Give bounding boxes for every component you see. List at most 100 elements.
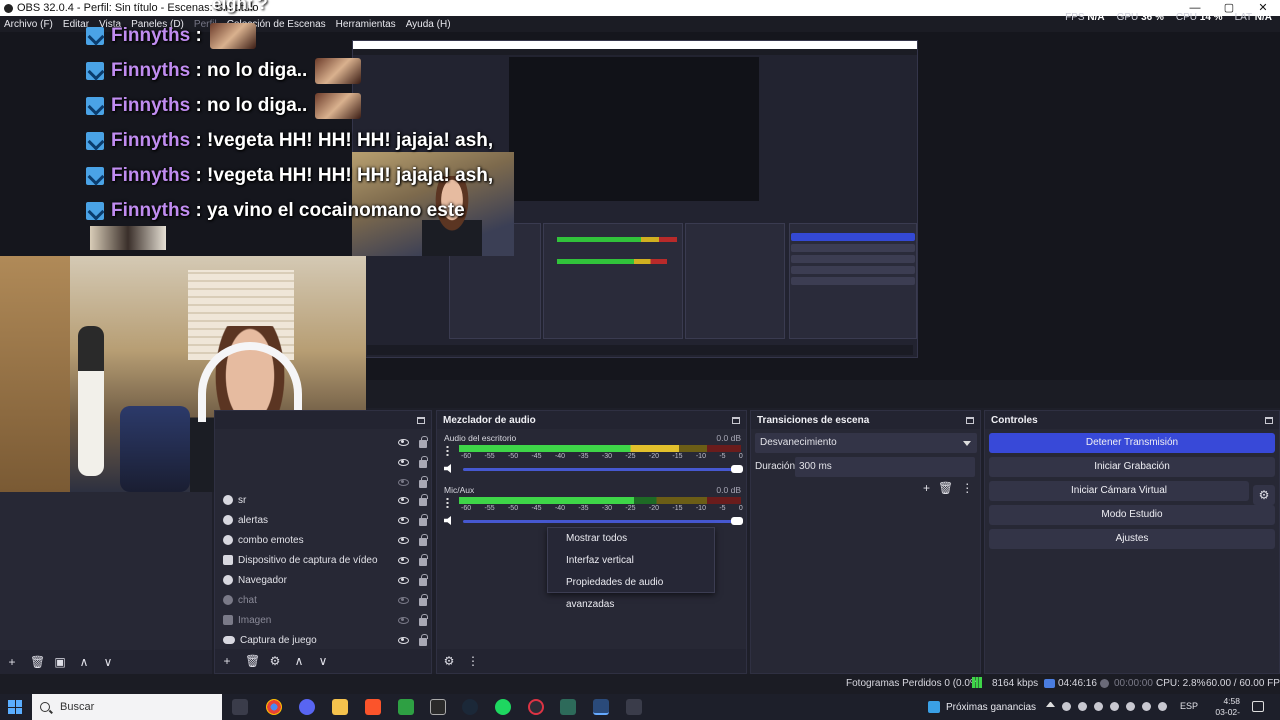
steam-icon[interactable] bbox=[462, 699, 478, 715]
obs-taskbar-icon[interactable] bbox=[528, 699, 544, 715]
slider-handle[interactable] bbox=[731, 465, 743, 473]
volume-icon[interactable] bbox=[1142, 702, 1151, 711]
lock-icon[interactable] bbox=[419, 613, 428, 626]
visibility-eye-icon[interactable] bbox=[398, 536, 409, 544]
tray-icon[interactable] bbox=[1110, 702, 1119, 711]
task-view-icon[interactable] bbox=[232, 699, 248, 715]
battery-icon[interactable] bbox=[1158, 702, 1167, 711]
app-icon[interactable] bbox=[560, 699, 576, 715]
source-row-hidden-2[interactable] bbox=[223, 453, 428, 471]
visibility-eye-icon[interactable] bbox=[398, 636, 409, 644]
menu-vertical-layout[interactable]: Interfaz vertical bbox=[548, 550, 714, 572]
speaker-icon[interactable] bbox=[444, 464, 451, 473]
source-down-button[interactable]: ∨ bbox=[317, 654, 329, 668]
lock-icon[interactable] bbox=[419, 455, 428, 468]
windows-start-icon[interactable] bbox=[8, 700, 22, 714]
mixer-menu-icon[interactable]: ⋮ bbox=[467, 654, 479, 668]
settings-button[interactable]: Ajustes bbox=[989, 529, 1275, 549]
speaker-icon[interactable] bbox=[444, 516, 451, 525]
wifi-icon[interactable] bbox=[1126, 702, 1135, 711]
menu-archivo[interactable]: Archivo (F) bbox=[4, 19, 53, 30]
taskbar-widget[interactable]: Próximas ganancias bbox=[928, 694, 1036, 720]
scene-down-button[interactable]: ∨ bbox=[102, 655, 114, 669]
transition-menu-button[interactable]: ⋮ bbox=[961, 481, 973, 495]
source-row-imagen[interactable]: Imagen bbox=[223, 611, 428, 629]
menu-ayuda[interactable]: Ayuda (H) bbox=[406, 19, 451, 30]
transition-select[interactable]: Desvanecimiento bbox=[755, 433, 977, 453]
visibility-eye-off-icon[interactable] bbox=[398, 596, 409, 604]
lock-icon[interactable] bbox=[419, 573, 428, 586]
volume-slider[interactable] bbox=[463, 465, 743, 473]
chrome-icon[interactable] bbox=[266, 699, 282, 715]
source-row-hidden-3[interactable] bbox=[223, 473, 428, 491]
start-virtual-camera-button[interactable]: Iniciar Cámara Virtual bbox=[989, 481, 1249, 501]
visibility-eye-icon[interactable] bbox=[398, 516, 409, 524]
epic-games-icon[interactable] bbox=[430, 699, 446, 715]
remove-scene-button[interactable]: 🗑 bbox=[30, 655, 45, 669]
tray-icon[interactable] bbox=[1062, 702, 1071, 711]
store-icon[interactable] bbox=[398, 699, 414, 715]
source-row-alertas[interactable]: alertas bbox=[223, 511, 428, 529]
source-row-combo-emotes[interactable]: combo emotes bbox=[223, 531, 428, 549]
add-scene-button[interactable]: + bbox=[6, 655, 18, 669]
lock-icon[interactable] bbox=[419, 493, 428, 506]
undock-icon[interactable] bbox=[732, 416, 740, 424]
visibility-eye-icon[interactable] bbox=[398, 438, 409, 446]
visibility-eye-icon[interactable] bbox=[398, 576, 409, 584]
studio-mode-button[interactable]: Modo Estudio bbox=[989, 505, 1275, 525]
visibility-eye-icon[interactable] bbox=[398, 478, 409, 486]
menu-herramientas[interactable]: Herramientas bbox=[336, 19, 396, 30]
undock-icon[interactable] bbox=[1265, 416, 1273, 424]
add-transition-button[interactable]: + bbox=[923, 481, 930, 495]
lock-icon[interactable] bbox=[419, 475, 428, 488]
scene-up-button[interactable]: ∧ bbox=[78, 655, 90, 669]
source-row-video-capture[interactable]: Dispositivo de captura de vídeo bbox=[223, 551, 428, 569]
spotify-icon[interactable] bbox=[495, 699, 511, 715]
stop-streaming-button[interactable]: Detener Transmisión bbox=[989, 433, 1275, 453]
channel-menu-icon[interactable] bbox=[446, 497, 449, 508]
scene-filters-button[interactable]: ▣ bbox=[54, 655, 66, 669]
source-row-navegador[interactable]: Navegador bbox=[223, 571, 428, 589]
source-up-button[interactable]: ∧ bbox=[293, 654, 305, 668]
source-row-sr[interactable]: sr bbox=[223, 491, 428, 509]
source-properties-button[interactable]: ⚙ bbox=[269, 654, 281, 668]
app-icon[interactable] bbox=[626, 699, 642, 715]
undock-icon[interactable] bbox=[417, 416, 425, 424]
remove-source-button[interactable]: 🗑 bbox=[245, 654, 260, 668]
tray-icon[interactable] bbox=[1094, 702, 1103, 711]
lock-icon[interactable] bbox=[419, 533, 428, 546]
tray-expand-icon[interactable] bbox=[1046, 702, 1055, 707]
taskbar-search[interactable]: Buscar bbox=[32, 694, 222, 720]
source-row-hidden-1[interactable] bbox=[223, 433, 428, 451]
discord-icon[interactable] bbox=[299, 699, 315, 715]
tray-icon[interactable] bbox=[1078, 702, 1087, 711]
add-source-button[interactable]: + bbox=[221, 654, 233, 668]
language-indicator[interactable]: ESP bbox=[1180, 701, 1198, 711]
advanced-audio-gear-icon[interactable]: ⚙ bbox=[443, 654, 455, 668]
steam-window-icon[interactable] bbox=[593, 699, 609, 715]
visibility-eye-icon[interactable] bbox=[398, 496, 409, 504]
start-recording-button[interactable]: Iniciar Grabación bbox=[989, 457, 1275, 477]
slider-handle[interactable] bbox=[731, 517, 743, 525]
volume-slider[interactable] bbox=[463, 517, 743, 525]
lock-icon[interactable] bbox=[419, 553, 428, 566]
channel-menu-icon[interactable] bbox=[446, 445, 449, 456]
file-explorer-icon[interactable] bbox=[332, 699, 348, 715]
duration-spinbox[interactable]: 300 ms bbox=[795, 457, 975, 477]
lock-icon[interactable] bbox=[419, 513, 428, 526]
visibility-eye-icon[interactable] bbox=[398, 556, 409, 564]
virtual-camera-gear-icon[interactable]: ⚙ bbox=[1253, 485, 1275, 505]
brave-icon[interactable] bbox=[365, 699, 381, 715]
taskbar-clock[interactable]: 4:58 03-02-2026 bbox=[1204, 696, 1240, 720]
undock-icon[interactable] bbox=[966, 416, 974, 424]
visibility-eye-icon[interactable] bbox=[398, 458, 409, 466]
source-row-game-capture[interactable]: Captura de juego bbox=[223, 631, 428, 649]
menu-advanced-audio-properties[interactable]: Propiedades de audio avanzadas bbox=[548, 572, 714, 610]
lock-icon[interactable] bbox=[419, 633, 428, 646]
source-row-chat[interactable]: chat bbox=[223, 591, 428, 609]
remove-transition-button[interactable]: 🗑 bbox=[938, 481, 953, 495]
lock-icon[interactable] bbox=[419, 593, 428, 606]
visibility-eye-off-icon[interactable] bbox=[398, 616, 409, 624]
menu-show-all[interactable]: Mostrar todos bbox=[548, 528, 714, 550]
notification-icon[interactable] bbox=[1252, 701, 1264, 712]
